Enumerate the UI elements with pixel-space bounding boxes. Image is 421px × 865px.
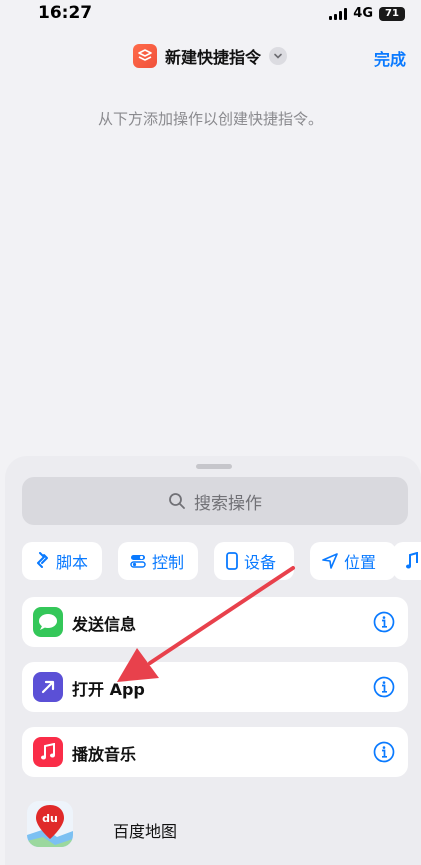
status-time: 16:27 [38,3,93,23]
action-label: 播放音乐 [72,745,137,764]
chip-location[interactable]: 位置 [310,542,396,580]
chip-control[interactable]: 控制 [118,542,198,580]
battery-icon: 71 [379,6,405,21]
chip-label: 脚本 [56,553,89,572]
suggested-app-label: 百度地图 [113,822,178,841]
action-send-message[interactable]: 发送信息 [22,597,408,647]
status-indicators: 4G 71 [329,6,405,21]
page-title: 新建快捷指令 [165,48,262,67]
action-label: 打开 App [72,680,145,699]
info-icon[interactable] [373,741,395,763]
chip-device[interactable]: 设备 [214,542,294,580]
action-label: 发送信息 [72,615,137,634]
search-actions-field[interactable]: 搜索操作 [22,477,408,525]
info-icon[interactable] [373,676,395,698]
music-note-icon [406,552,418,569]
chip-label: 控制 [152,553,185,572]
shortcuts-app-icon [133,44,157,68]
action-open-app[interactable]: 打开 App [22,662,408,712]
chip-label: 位置 [344,553,377,572]
network-type: 4G [353,6,373,21]
sheet-grabber[interactable] [196,464,232,469]
messages-icon [33,607,63,637]
phone-icon [226,552,238,570]
nav-bar: 新建快捷指令 完成 [0,38,421,78]
chip-script[interactable]: 脚本 [22,542,102,580]
suggested-app-baidu-maps[interactable]: du 百度地图 [22,793,408,855]
chip-label: 设备 [244,553,277,572]
category-chips: 脚本 控制 设备 位置 [22,542,421,580]
open-app-arrow-icon [33,672,63,702]
script-icon [37,552,48,568]
info-icon[interactable] [373,611,395,633]
music-icon [33,737,63,767]
actions-sheet: 搜索操作 脚本 控制 设备 位置 发送信息 打开 App 播放音乐 du 百度地… [5,456,421,865]
done-button[interactable]: 完成 [374,46,406,70]
location-arrow-icon [322,553,338,569]
baidu-maps-icon: du [27,801,73,847]
chip-music[interactable] [393,542,421,580]
search-icon [169,493,185,509]
signal-icon [329,7,348,20]
toggle-icon [130,555,146,568]
action-play-music[interactable]: 播放音乐 [22,727,408,777]
search-placeholder: 搜索操作 [194,493,262,514]
empty-hint: 从下方添加操作以创建快捷指令。 [97,110,323,128]
svg-text:du: du [42,812,58,825]
shortcut-title-menu[interactable]: 新建快捷指令 [133,44,288,68]
chevron-down-icon[interactable] [269,47,288,65]
status-bar: 16:27 4G 71 [0,0,421,30]
